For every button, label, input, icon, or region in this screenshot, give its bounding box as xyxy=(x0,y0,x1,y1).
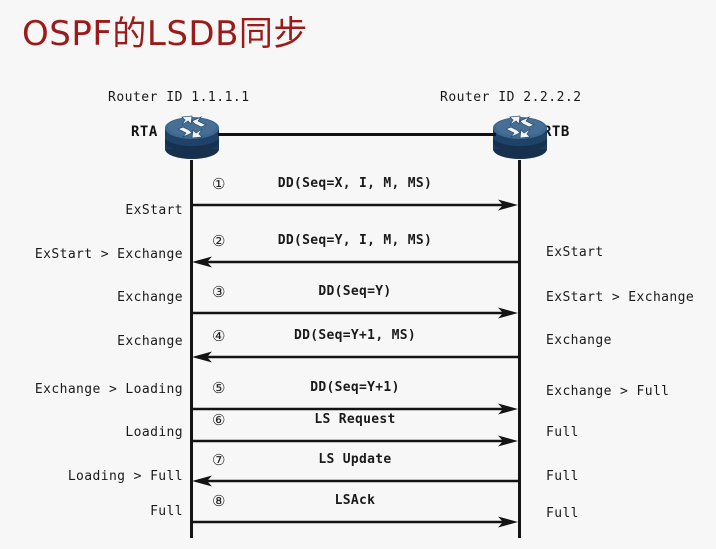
message-arrow-left xyxy=(192,256,518,268)
diagram-canvas: OSPF的LSDB同步 Router ID 1.1.1.1 RTA Router… xyxy=(0,0,716,549)
message-row: ① DD(Seq=X, I, M, MS) xyxy=(190,175,520,215)
page-title: OSPF的LSDB同步 xyxy=(22,14,308,54)
message-arrow-left xyxy=(192,475,518,487)
state-label-rta: Full xyxy=(150,504,183,519)
message-arrow-right xyxy=(192,435,518,447)
message-arrow-right xyxy=(192,199,518,211)
router-link-line xyxy=(218,133,496,136)
message-label: DD(Seq=Y, I, M, MS) xyxy=(277,233,433,248)
message-row: ⑧ LSAck xyxy=(190,492,520,532)
message-label: DD(Seq=X, I, M, MS) xyxy=(277,176,433,191)
message-row: ② DD(Seq=Y, I, M, MS) xyxy=(190,232,520,272)
router-id-label-right: Router ID 2.2.2.2 xyxy=(440,90,582,105)
router-icon-rtb xyxy=(489,108,551,162)
state-label-rta: Exchange xyxy=(117,334,183,349)
message-label: LSAck xyxy=(334,493,376,508)
router-icon-rta xyxy=(161,108,223,162)
message-arrow-right xyxy=(192,516,518,528)
state-label-rta: Loading xyxy=(125,425,183,440)
state-label-rta: ExStart > Exchange xyxy=(34,247,183,262)
state-label-rtb: Exchange > Full xyxy=(546,384,670,399)
message-label: LS Request xyxy=(314,412,396,427)
message-arrow-right xyxy=(192,307,518,319)
message-label: DD(Seq=Y) xyxy=(318,284,392,299)
state-label-rtb: Full xyxy=(546,506,579,521)
state-label-rta: Exchange xyxy=(117,290,183,305)
state-label-rtb: ExStart xyxy=(546,245,604,260)
state-label-rta: Exchange > Loading xyxy=(34,382,183,397)
state-label-rtb: Full xyxy=(546,469,579,484)
state-label-rta: ExStart xyxy=(125,203,183,218)
message-arrow-left xyxy=(192,351,518,363)
message-label: LS Update xyxy=(318,452,392,467)
state-label-rta: Loading > Full xyxy=(67,469,183,484)
message-row: ③ DD(Seq=Y) xyxy=(190,283,520,323)
message-label: DD(Seq=Y+1) xyxy=(310,380,400,395)
state-label-rtb: Full xyxy=(546,425,579,440)
router-name-rta: RTA xyxy=(131,124,158,140)
state-label-rtb: ExStart > Exchange xyxy=(546,290,695,305)
message-row: ⑥ LS Request xyxy=(190,411,520,451)
message-label: DD(Seq=Y+1, MS) xyxy=(294,328,416,343)
message-row: ④ DD(Seq=Y+1, MS) xyxy=(190,327,520,367)
state-label-rtb: Exchange xyxy=(546,333,612,348)
message-row: ⑦ LS Update xyxy=(190,451,520,491)
router-id-label-left: Router ID 1.1.1.1 xyxy=(108,90,250,105)
